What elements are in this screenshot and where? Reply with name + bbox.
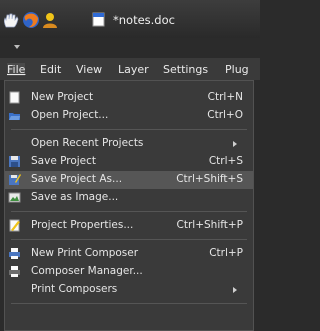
- menu-settings[interactable]: Settings: [163, 63, 208, 76]
- menu-separator: [11, 239, 247, 240]
- menu-separator: [11, 211, 247, 212]
- print-composer-icon: [9, 248, 20, 259]
- menu-separator: [11, 303, 247, 304]
- document-icon: [92, 12, 105, 27]
- window-title: *notes.doc: [113, 13, 175, 27]
- save-image-icon: [8, 192, 21, 203]
- user-icon[interactable]: [41, 11, 59, 29]
- menu-item-open-project[interactable]: Open Project... Ctrl+O: [5, 107, 253, 125]
- properties-icon: [9, 219, 20, 232]
- menu-item-open-recent-projects[interactable]: Open Recent Projects: [5, 135, 253, 153]
- open-project-icon: [9, 113, 20, 120]
- menu-file[interactable]: File: [7, 63, 26, 76]
- menu-item-project-properties[interactable]: Project Properties... Ctrl+Shift+P: [5, 217, 253, 235]
- menu-separator: [11, 129, 247, 130]
- file-menu-dropdown: New Project Ctrl+N Open Project... Ctrl+…: [4, 80, 254, 331]
- menu-item-save-project-as[interactable]: Save Project As... Ctrl+Shift+S: [5, 171, 253, 189]
- title-bar: *notes.doc: [0, 0, 260, 38]
- menu-layer[interactable]: Layer: [118, 63, 149, 76]
- menu-item-new-print-composer[interactable]: New Print Composer Ctrl+P: [5, 245, 253, 263]
- menu-item-new-project[interactable]: New Project Ctrl+N: [5, 89, 253, 107]
- menu-bar: File Edit View Layer Settings Plug: [0, 58, 260, 80]
- menu-plugins[interactable]: Plug: [225, 63, 249, 76]
- menu-item-composer-manager[interactable]: Composer Manager...: [5, 263, 253, 281]
- save-icon: [9, 156, 20, 167]
- firefox-icon[interactable]: [22, 11, 40, 29]
- new-project-icon: [9, 91, 20, 104]
- hand-icon[interactable]: [2, 11, 20, 29]
- submenu-arrow-icon: [233, 287, 237, 293]
- menu-view[interactable]: View: [76, 63, 102, 76]
- composer-manager-icon: [9, 266, 20, 277]
- menu-item-print-composers[interactable]: Print Composers: [5, 281, 253, 299]
- menu-item-save-as-image[interactable]: Save as Image...: [5, 189, 253, 207]
- submenu-arrow-icon: [233, 141, 237, 147]
- save-as-icon: [9, 174, 21, 185]
- toolbar-collapse-arrow-icon[interactable]: [14, 45, 20, 49]
- menu-edit[interactable]: Edit: [40, 63, 61, 76]
- menu-item-save-project[interactable]: Save Project Ctrl+S: [5, 153, 253, 171]
